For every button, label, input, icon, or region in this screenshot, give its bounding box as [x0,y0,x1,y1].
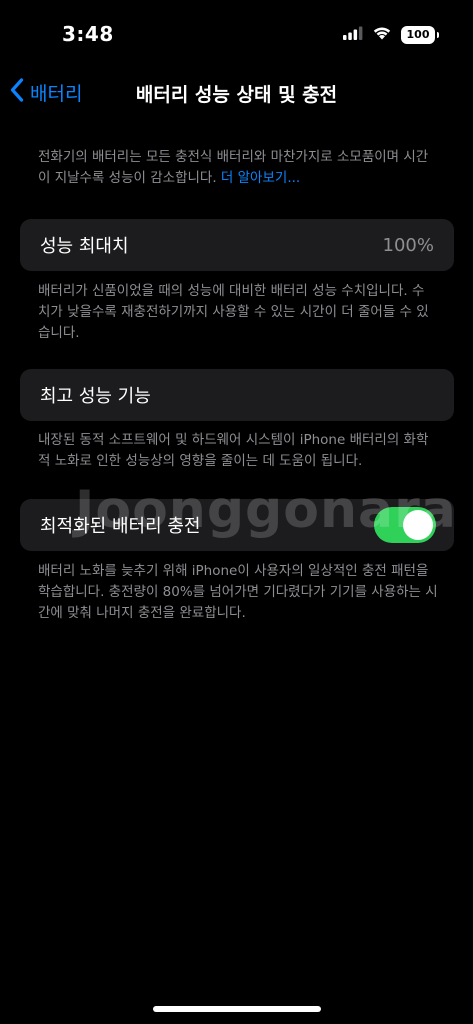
status-bar: 3:48 100 [0,0,473,70]
max-capacity-cell: 성능 최대치 100% [20,219,454,271]
peak-performance-label: 최고 성능 기능 [40,386,151,407]
optimized-charging-footer: 배터리 노화를 늦추기 위해 iPhone이 사용자의 일상적인 충전 패턴을 … [38,563,438,621]
page-title: 배터리 성능 상태 및 충전 [135,84,338,106]
wifi-icon [372,25,392,44]
intro-description: 전화기의 배터리는 모든 충전식 배터리와 마찬가지로 소모품이며 시간이 지날… [38,147,438,189]
toggle-knob [403,510,433,540]
optimized-charging-label: 최적화된 배터리 충전 [40,516,201,537]
learn-more-link[interactable]: 더 알아보기... [221,170,300,186]
signal-icon [343,25,363,44]
battery-level: 100 [406,28,430,41]
optimized-charging-toggle[interactable] [374,507,436,543]
status-icons: 100 [343,25,439,44]
peak-performance-cell[interactable]: 최고 성능 기능 [20,369,454,421]
peak-performance-footer: 내장된 동적 소프트웨어 및 하드웨어 시스템이 iPhone 배터리의 화학적… [38,432,429,469]
home-indicator[interactable] [153,1006,321,1012]
max-capacity-footer: 배터리가 신품이었을 때의 성능에 대비한 배터리 성능 수치입니다. 수치가 … [38,283,429,341]
status-time: 3:48 [62,22,114,46]
optimized-charging-cell: 최적화된 배터리 충전 [20,499,454,551]
max-capacity-label: 성능 최대치 [40,236,129,257]
screen: 3:48 100 배터리 배터리 성능 상태 및 충전 전화기의 배터리는 모든… [0,0,473,1024]
nav-bar: 배터리 배터리 성능 상태 및 충전 [0,72,473,112]
max-capacity-value: 100% [382,234,434,256]
battery-icon: 100 [401,25,439,44]
